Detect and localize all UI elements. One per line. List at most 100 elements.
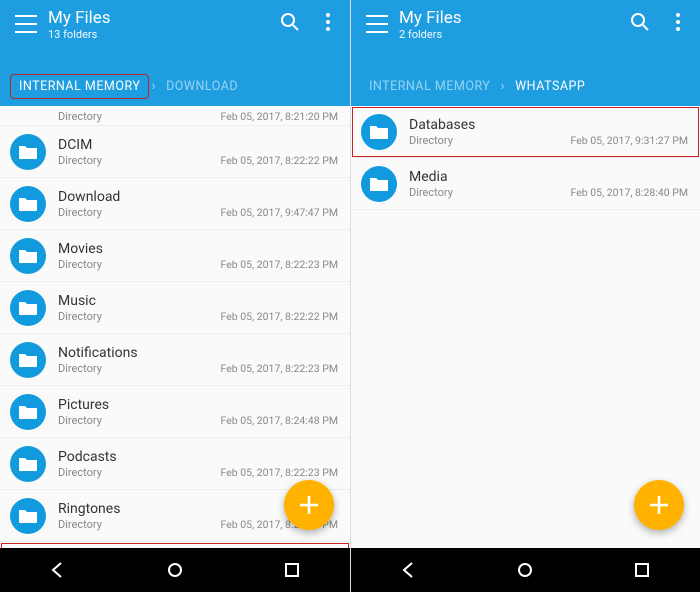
folder-icon-wrap	[10, 446, 46, 482]
home-icon	[166, 562, 184, 578]
file-type: Directory	[58, 310, 102, 323]
search-icon	[630, 12, 650, 32]
folder-icon-wrap	[10, 290, 46, 326]
file-date: Feb 05, 2017, 8:22:23 PM	[221, 466, 339, 479]
list-item[interactable]: MoviesDirectoryFeb 05, 2017, 8:22:23 PM	[0, 230, 350, 282]
appbar: My Files 13 folders	[0, 0, 350, 72]
overflow-button[interactable]	[316, 10, 340, 34]
list-item[interactable]: NotificationsDirectoryFeb 05, 2017, 8:22…	[0, 334, 350, 386]
file-date: Feb 05, 2017, 8:28:40 PM	[571, 186, 689, 199]
plus-icon	[298, 494, 320, 516]
folder-icon	[18, 352, 38, 368]
nav-recent[interactable]	[627, 555, 657, 585]
file-name: Podcasts	[58, 448, 338, 467]
fab-add[interactable]	[284, 480, 334, 530]
back-icon	[400, 561, 418, 579]
file-name: Pictures	[58, 396, 338, 415]
hamburger-icon	[366, 15, 388, 33]
file-date: Feb 05, 2017, 8:22:23 PM	[221, 258, 339, 271]
folder-icon	[18, 404, 38, 420]
folder-icon-wrap	[10, 394, 46, 430]
file-date: Feb 05, 2017, 8:22:22 PM	[221, 310, 339, 323]
row-texts: MusicDirectoryFeb 05, 2017, 8:22:22 PM	[46, 292, 338, 324]
breadcrumb-item[interactable]: INTERNAL MEMORY	[10, 74, 149, 99]
menu-button[interactable]	[10, 8, 42, 40]
recent-icon	[284, 562, 300, 578]
file-date: Feb 05, 2017, 9:31:27 PM	[571, 134, 689, 147]
list-item[interactable]: MusicDirectoryFeb 05, 2017, 8:22:22 PM	[0, 282, 350, 334]
appbar-actions	[628, 8, 690, 34]
breadcrumb-item[interactable]: INTERNAL MEMORY	[361, 75, 498, 98]
file-name: Databases	[409, 116, 688, 135]
plus-icon	[648, 494, 670, 516]
folder-icon	[18, 300, 38, 316]
folder-icon	[18, 456, 38, 472]
appbar-title-block: My Files 13 folders	[42, 8, 278, 41]
breadcrumb: INTERNAL MEMORY›WHATSAPP	[351, 72, 700, 106]
folder-icon-wrap	[361, 166, 397, 202]
search-button[interactable]	[628, 10, 652, 34]
nav-back[interactable]	[43, 555, 73, 585]
row-texts: PicturesDirectory Feb 05, 2017, 8:24:48 P…	[46, 396, 338, 428]
folder-icon-wrap	[10, 134, 46, 170]
file-name: Download	[58, 188, 338, 207]
chevron-right-icon: ›	[149, 78, 158, 94]
navbar	[0, 548, 350, 592]
file-name: Movies	[58, 240, 338, 259]
more-vert-icon	[676, 13, 680, 31]
file-date: Feb 05, 2017, 9:47:47 PM	[221, 206, 339, 219]
pane-right: My Files 2 folders INTERNAL MEMORY›WHATS…	[350, 0, 700, 592]
appbar-title-block: My Files 2 folders	[393, 8, 628, 41]
file-name: Notifications	[58, 344, 338, 363]
app-title: My Files	[48, 8, 278, 28]
file-type: Directory	[58, 206, 102, 219]
nav-home[interactable]	[160, 555, 190, 585]
file-type: Directory	[409, 134, 453, 147]
folder-icon-wrap	[10, 238, 46, 274]
list-item[interactable]: DownloadDirectory Feb 05, 2017, 9:47:47 P…	[0, 178, 350, 230]
folder-icon-wrap	[10, 342, 46, 378]
row-texts: MoviesDirectoryFeb 05, 2017, 8:22:23 PM	[46, 240, 338, 272]
home-icon	[516, 562, 534, 578]
appbar-actions	[278, 8, 340, 34]
row-texts: DatabasesDirectory Feb 05, 2017, 9:31:27 …	[397, 116, 688, 148]
file-type: Directory	[58, 518, 102, 531]
row-texts: NotificationsDirectoryFeb 05, 2017, 8:22…	[46, 344, 338, 376]
search-button[interactable]	[278, 10, 302, 34]
chevron-right-icon: ›	[498, 78, 507, 94]
search-icon	[280, 12, 300, 32]
list-item[interactable]: DCIMDirectoryFeb 05, 2017, 8:22:22 PM	[0, 126, 350, 178]
menu-button[interactable]	[361, 8, 393, 40]
breadcrumb-item[interactable]: WHATSAPP	[507, 75, 593, 98]
nav-back[interactable]	[394, 555, 424, 585]
row-texts: DownloadDirectory Feb 05, 2017, 9:47:47 P…	[46, 188, 338, 220]
list-item[interactable]: DatabasesDirectory Feb 05, 2017, 9:31:27 …	[351, 106, 700, 158]
appbar: My Files 2 folders	[351, 0, 700, 72]
list-item[interactable]: PicturesDirectory Feb 05, 2017, 8:24:48 P…	[0, 386, 350, 438]
more-vert-icon	[326, 13, 330, 31]
nav-recent[interactable]	[277, 555, 307, 585]
file-date: Feb 05, 2017, 8:24:48 PM	[221, 414, 339, 427]
app-subtitle: 13 folders	[48, 28, 278, 41]
fab-add[interactable]	[634, 480, 684, 530]
file-type: Directory	[58, 362, 102, 375]
app-title: My Files	[399, 8, 628, 28]
file-name: Media	[409, 168, 688, 187]
navbar	[351, 548, 700, 592]
folder-icon	[369, 124, 389, 140]
nav-home[interactable]	[510, 555, 540, 585]
folder-icon	[18, 144, 38, 160]
app-subtitle: 2 folders	[399, 28, 628, 41]
file-type: Directory	[58, 110, 102, 123]
overflow-button[interactable]	[666, 10, 690, 34]
breadcrumb-item[interactable]: DOWNLOAD	[158, 75, 246, 98]
row-texts: PodcastsDirectoryFeb 05, 2017, 8:22:23 P…	[46, 448, 338, 480]
pane-left: My Files 13 folders INTERNAL MEMORY›DOWN…	[0, 0, 350, 592]
row-texts: DCIMDirectoryFeb 05, 2017, 8:22:22 PM	[46, 136, 338, 168]
row-texts: MediaDirectory Feb 05, 2017, 8:28:40 PM	[397, 168, 688, 200]
file-type: Directory	[58, 414, 102, 427]
back-icon	[49, 561, 67, 579]
list-item-partial[interactable]: Directory Feb 05, 2017, 8:21:20 PM	[0, 106, 350, 126]
list-item[interactable]: MediaDirectory Feb 05, 2017, 8:28:40 PM	[351, 158, 700, 210]
file-type: Directory	[409, 186, 453, 199]
